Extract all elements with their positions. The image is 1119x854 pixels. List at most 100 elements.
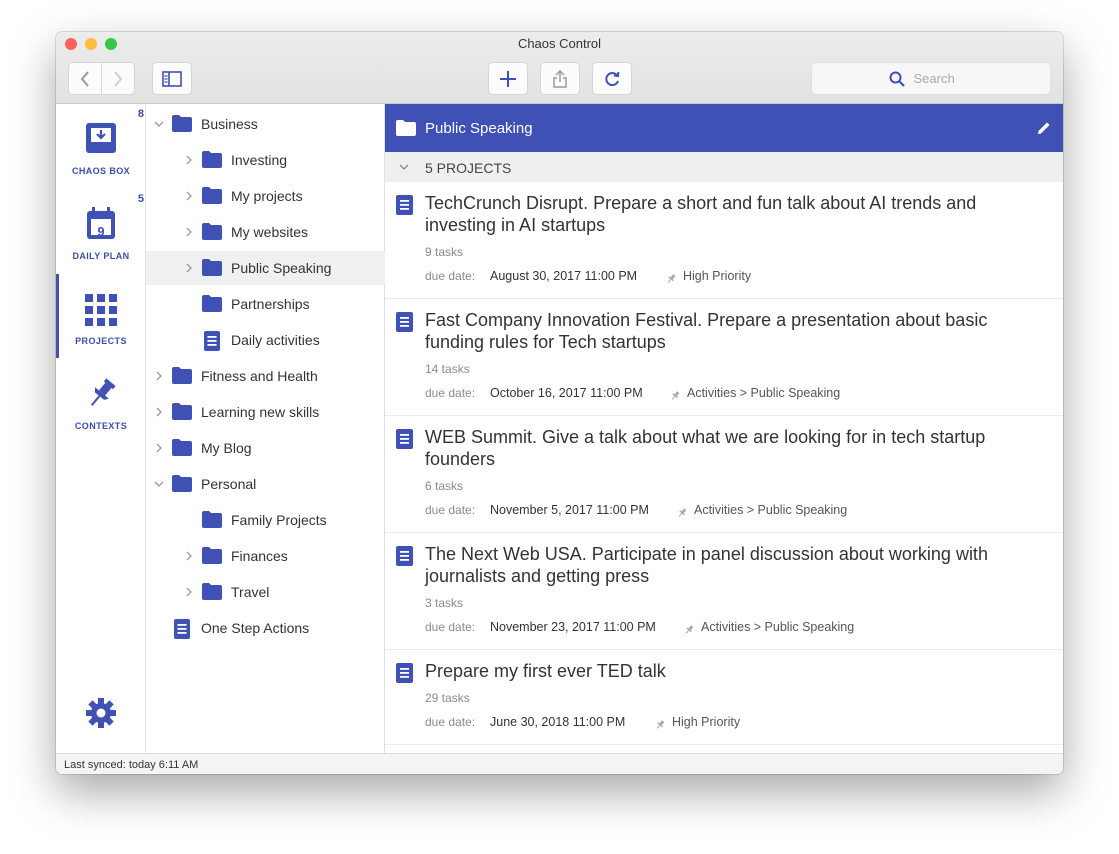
edit-icon[interactable] xyxy=(1037,121,1051,135)
chevron-down-icon[interactable] xyxy=(154,119,164,129)
chevron-left-icon xyxy=(80,70,89,87)
tree-item[interactable]: Daily activities xyxy=(146,323,385,357)
sync-button[interactable] xyxy=(592,62,632,95)
pin-icon xyxy=(666,271,676,289)
rail-item-label: PROJECTS xyxy=(75,336,127,346)
sidebar-icon xyxy=(162,70,182,87)
tree-item[interactable]: Finances xyxy=(146,539,385,573)
pin-icon xyxy=(655,717,665,735)
tree-item[interactable]: Learning new skills xyxy=(146,395,385,429)
search-input[interactable] xyxy=(913,71,974,86)
tree-item-label: Partnerships xyxy=(231,296,310,312)
rail-item-chaos-box[interactable]: 8 CHAOS BOX xyxy=(56,108,146,188)
chevron-right-icon[interactable] xyxy=(184,263,194,273)
chevron-right-icon[interactable] xyxy=(184,227,194,237)
rail-item-contexts[interactable]: CONTEXTS xyxy=(56,363,146,443)
projects-count-bar[interactable]: 5 PROJECTS xyxy=(385,152,1063,182)
list-icon xyxy=(204,331,220,354)
folder-icon xyxy=(172,439,192,459)
back-button[interactable] xyxy=(68,62,102,95)
project-title: Fast Company Innovation Festival. Prepar… xyxy=(425,310,988,352)
chevron-right-icon[interactable] xyxy=(154,407,164,417)
pin-icon xyxy=(684,622,694,640)
tree-item-label: Fitness and Health xyxy=(201,368,318,384)
chevron-right-icon[interactable] xyxy=(184,191,194,201)
forward-button[interactable] xyxy=(101,62,135,95)
add-button[interactable] xyxy=(488,62,528,95)
project-title: Prepare my first ever TED talk xyxy=(425,661,666,681)
tree-item-label: Learning new skills xyxy=(201,404,320,420)
plus-icon xyxy=(500,70,516,87)
folder-icon xyxy=(202,583,222,603)
project-context: High Priority xyxy=(672,715,741,729)
rail-item-label: CHAOS BOX xyxy=(71,166,131,176)
tree-item[interactable]: My Blog xyxy=(146,431,385,465)
tree-item[interactable]: Public Speaking xyxy=(146,251,385,285)
project-icon xyxy=(396,195,413,220)
rail-item-daily-plan[interactable]: 9 5 DAILY PLAN xyxy=(56,193,146,273)
toggle-sidebar-button[interactable] xyxy=(152,62,192,95)
rail-item-label: CONTEXTS xyxy=(74,421,128,431)
project-task-count: 6 tasks xyxy=(425,479,464,493)
project-task-count: 9 tasks xyxy=(425,245,464,259)
search-icon xyxy=(889,71,905,87)
due-date-label: due date: xyxy=(425,269,476,283)
due-date-value: November 5, 2017 11:00 PM xyxy=(490,503,649,517)
tree-item[interactable]: My websites xyxy=(146,215,385,249)
project-context: Activities > Public Speaking xyxy=(687,386,841,400)
navigation-rail: 8 CHAOS BOX 9 5 DAILY PLAN PROJECTS CONT… xyxy=(56,104,146,753)
tree-item-label: Investing xyxy=(231,152,288,168)
folder-icon xyxy=(172,475,192,495)
folder-icon xyxy=(396,120,416,136)
tree-item[interactable]: Business xyxy=(146,107,385,141)
chevron-right-icon[interactable] xyxy=(184,587,194,597)
tree-item[interactable]: Family Projects xyxy=(146,503,385,537)
tree-item[interactable]: My projects xyxy=(146,179,385,213)
tree-item[interactable]: One Step Actions xyxy=(146,611,385,645)
project-row[interactable]: WEB Summit. Give a talk about what we ar… xyxy=(385,416,1063,533)
project-title: The Next Web USA. Participate in panel d… xyxy=(425,544,988,586)
tree-item-label: Public Speaking xyxy=(231,260,332,276)
tree-item-label: My Blog xyxy=(201,440,252,456)
tree-item-label: Family Projects xyxy=(231,512,327,528)
calendar-day: 9 xyxy=(97,224,105,239)
pin-icon xyxy=(670,388,680,406)
pushpin-icon xyxy=(90,378,116,406)
gear-icon[interactable] xyxy=(86,698,116,728)
tree-item-label: One Step Actions xyxy=(201,620,310,636)
tree-item-label: My projects xyxy=(231,188,303,204)
window-title: Chaos Control xyxy=(517,36,602,51)
tree-item-label: Business xyxy=(201,116,258,132)
folder-icon xyxy=(202,511,222,531)
sync-status: Last synced: today 6:11 AM xyxy=(64,759,199,771)
folder-icon xyxy=(202,295,222,315)
chevron-right-icon[interactable] xyxy=(154,443,164,453)
chevron-right-icon[interactable] xyxy=(184,551,194,561)
chevron-down-icon[interactable] xyxy=(154,479,164,489)
tree-item[interactable]: Fitness and Health xyxy=(146,359,385,393)
tree-item[interactable]: Personal xyxy=(146,467,385,501)
project-row[interactable]: Prepare my first ever TED talk 29 tasks du… xyxy=(385,650,1063,745)
share-button[interactable] xyxy=(540,62,580,95)
project-icon xyxy=(396,429,413,454)
folder-icon xyxy=(202,223,222,243)
tree-item-label: Daily activities xyxy=(231,332,320,348)
chevron-right-icon[interactable] xyxy=(154,371,164,381)
rail-item-label: DAILY PLAN xyxy=(72,251,130,261)
project-title: TechCrunch Disrupt. Prepare a short and … xyxy=(425,193,977,235)
project-row[interactable]: Fast Company Innovation Festival. Prepar… xyxy=(385,299,1063,416)
tree-item[interactable]: Travel xyxy=(146,575,385,609)
project-row[interactable]: The Next Web USA. Participate in panel d… xyxy=(385,533,1063,650)
tree-item[interactable]: Partnerships xyxy=(146,287,385,321)
project-task-count: 29 tasks xyxy=(425,691,470,705)
project-icon xyxy=(396,546,413,571)
project-title: WEB Summit. Give a talk about what we ar… xyxy=(425,427,986,469)
project-task-count: 3 tasks xyxy=(425,596,464,610)
tree-item[interactable]: Investing xyxy=(146,143,385,177)
rail-item-projects[interactable]: PROJECTS xyxy=(56,278,146,358)
project-row[interactable]: TechCrunch Disrupt. Prepare a short and … xyxy=(385,182,1063,299)
due-date-label: due date: xyxy=(425,620,476,634)
folder-icon xyxy=(202,259,222,279)
search-field[interactable] xyxy=(811,62,1051,95)
chevron-right-icon[interactable] xyxy=(184,155,194,165)
